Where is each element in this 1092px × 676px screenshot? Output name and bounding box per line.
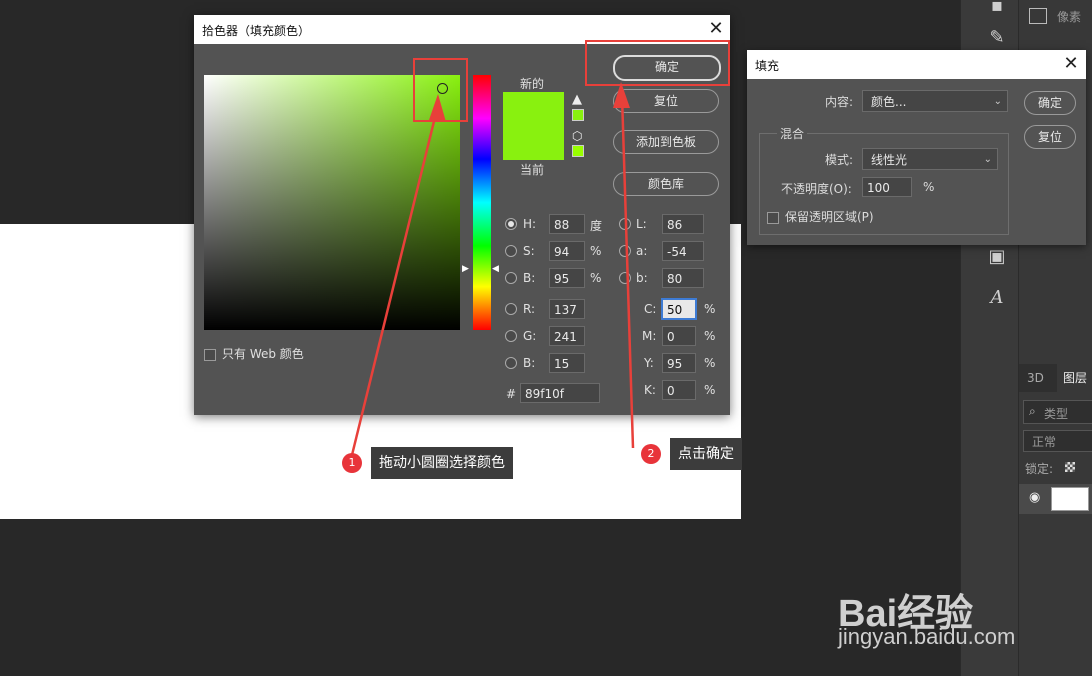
arrow-1-head <box>429 94 446 122</box>
step-2-callout: 点击确定 <box>670 438 742 470</box>
baidu-watermark-url: jingyan.baidu.com <box>838 624 1016 649</box>
arrow-2-line <box>620 94 635 449</box>
annotation-arrows <box>350 82 635 456</box>
step-1-badge: 1 <box>342 453 362 473</box>
arrow-2-head <box>613 82 630 108</box>
step-1-callout: 拖动小圆圈选择颜色 <box>371 447 513 479</box>
arrow-1-line <box>350 104 440 456</box>
step-2-badge: 2 <box>641 444 661 464</box>
